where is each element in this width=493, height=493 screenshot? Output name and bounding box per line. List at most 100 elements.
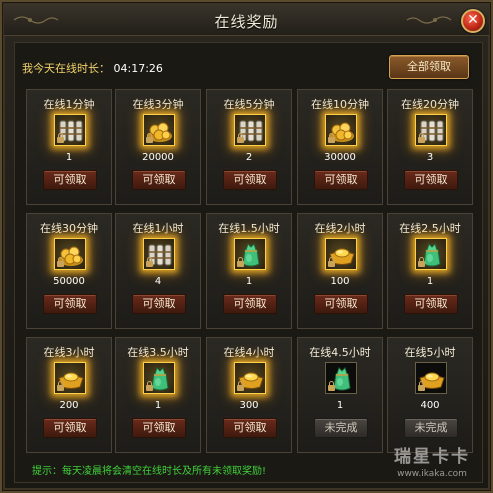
reward-title: 在线3.5小时 (127, 346, 189, 359)
reward-item-slot[interactable] (325, 114, 357, 146)
reward-item-slot[interactable] (415, 114, 447, 146)
reward-item-slot[interactable] (143, 362, 175, 394)
reward-title: 在线5分钟 (223, 98, 275, 111)
reward-title: 在线20分钟 (401, 98, 459, 111)
bound-lock-icon (237, 381, 244, 391)
reward-title: 在线30分钟 (40, 222, 98, 235)
claim-button[interactable]: 可领取 (43, 294, 97, 314)
claim-all-button[interactable]: 全部领取 (389, 55, 469, 79)
reward-card: 在线3分钟 20000 可领取 (115, 89, 201, 205)
reward-amount: 300 (239, 400, 259, 411)
reward-title: 在线1.5小时 (218, 222, 280, 235)
reward-item-slot[interactable] (325, 238, 357, 270)
reward-title: 在线4小时 (223, 346, 275, 359)
reward-item-slot[interactable] (234, 114, 266, 146)
bound-lock-icon (237, 133, 244, 143)
claim-button[interactable]: 可领取 (314, 294, 368, 314)
claim-button[interactable]: 可领取 (132, 418, 186, 438)
reward-item-slot[interactable] (415, 362, 447, 394)
incomplete-button[interactable]: 未完成 (404, 418, 458, 438)
online-time-display: 我今天在线时长： 04:17:26 (22, 60, 163, 76)
watermark-url: www.ikaka.com (397, 469, 467, 479)
reward-amount: 200 (59, 400, 79, 411)
reward-amount: 1 (336, 400, 344, 411)
reward-amount: 3 (426, 152, 434, 163)
reward-amount: 2 (245, 152, 253, 163)
claim-button[interactable]: 可领取 (132, 294, 186, 314)
claim-button[interactable]: 可领取 (404, 170, 458, 190)
reward-card: 在线2小时 100 可领取 (297, 213, 383, 329)
reward-amount: 4 (154, 276, 162, 287)
reward-card: 在线3小时 200 可领取 (26, 337, 112, 453)
reward-amount: 30000 (324, 152, 356, 163)
bound-lock-icon (146, 257, 153, 267)
reward-item-slot[interactable] (143, 238, 175, 270)
reward-item-slot[interactable] (234, 238, 266, 270)
reward-title: 在线2.5小时 (399, 222, 461, 235)
bound-lock-icon (57, 133, 64, 143)
reward-card: 在线4.5小时 1 未完成 (297, 337, 383, 453)
bound-lock-icon (418, 381, 425, 391)
bound-lock-icon (146, 133, 153, 143)
reward-amount: 1 (154, 400, 162, 411)
incomplete-button[interactable]: 未完成 (314, 418, 368, 438)
bound-lock-icon (57, 381, 64, 391)
reward-card: 在线20分钟 3 可领取 (387, 89, 473, 205)
reward-item-slot[interactable] (234, 362, 266, 394)
bound-lock-icon (57, 257, 64, 267)
bound-lock-icon (418, 133, 425, 143)
reward-item-slot[interactable] (325, 362, 357, 394)
title-ornament-right-icon (406, 16, 452, 24)
reward-item-slot[interactable] (54, 238, 86, 270)
online-time-label: 我今天在线时长： (22, 62, 110, 75)
reward-card: 在线1小时 4 可领取 (115, 213, 201, 329)
reward-amount: 20000 (142, 152, 174, 163)
claim-button[interactable]: 可领取 (43, 418, 97, 438)
reward-card: 在线1分钟 1 可领取 (26, 89, 112, 205)
close-button[interactable]: ✕ (461, 9, 485, 33)
bound-lock-icon (328, 133, 335, 143)
title-bar: 在线奖励 ✕ (4, 4, 489, 36)
online-rewards-window: 在线奖励 ✕ 我今天在线时长： 04:17:26 全部领取 在线1分钟 1 可领取在… (0, 0, 493, 493)
bound-lock-icon (328, 257, 335, 267)
reward-amount: 1 (245, 276, 253, 287)
reward-card: 在线10分钟 30000 可领取 (297, 89, 383, 205)
reward-item-slot[interactable] (143, 114, 175, 146)
claim-button[interactable]: 可领取 (404, 294, 458, 314)
reward-item-slot[interactable] (415, 238, 447, 270)
reward-title: 在线3分钟 (132, 98, 184, 111)
claim-button[interactable]: 可领取 (43, 170, 97, 190)
reward-amount: 50000 (53, 276, 85, 287)
claim-button[interactable]: 可领取 (223, 294, 277, 314)
reward-card: 在线3.5小时 1 可领取 (115, 337, 201, 453)
reward-item-slot[interactable] (54, 114, 86, 146)
bound-lock-icon (146, 381, 153, 391)
reward-title: 在线4.5小时 (309, 346, 371, 359)
reward-title: 在线3小时 (43, 346, 95, 359)
reward-title: 在线2小时 (314, 222, 366, 235)
online-time-value: 04:17:26 (113, 62, 163, 75)
reward-card: 在线5小时 400 未完成 (387, 337, 473, 453)
bound-lock-icon (237, 257, 244, 267)
reward-card: 在线2.5小时 1 可领取 (387, 213, 473, 329)
reward-card: 在线1.5小时 1 可领取 (206, 213, 292, 329)
reward-amount: 1 (65, 152, 73, 163)
reward-amount: 1 (426, 276, 434, 287)
reward-amount: 400 (420, 400, 440, 411)
claim-button[interactable]: 可领取 (314, 170, 368, 190)
reward-item-slot[interactable] (54, 362, 86, 394)
tip-text: 提示：每天凌晨将会清空在线时长及所有未领取奖励! (32, 466, 267, 477)
watermark-logo: 瑞星卡卡 www.ikaka.com (374, 446, 490, 490)
bound-lock-icon (418, 257, 425, 267)
reward-title: 在线5小时 (404, 346, 456, 359)
reward-title: 在线10分钟 (311, 98, 369, 111)
reward-title: 在线1分钟 (43, 98, 95, 111)
claim-button[interactable]: 可领取 (223, 170, 277, 190)
reward-amount: 100 (330, 276, 350, 287)
reward-card: 在线5分钟 2 可领取 (206, 89, 292, 205)
reward-card: 在线30分钟 50000 可领取 (26, 213, 112, 329)
watermark-main: 瑞星卡卡 (394, 447, 470, 467)
claim-button[interactable]: 可领取 (132, 170, 186, 190)
close-icon: ✕ (467, 12, 479, 28)
claim-button[interactable]: 可领取 (223, 418, 277, 438)
